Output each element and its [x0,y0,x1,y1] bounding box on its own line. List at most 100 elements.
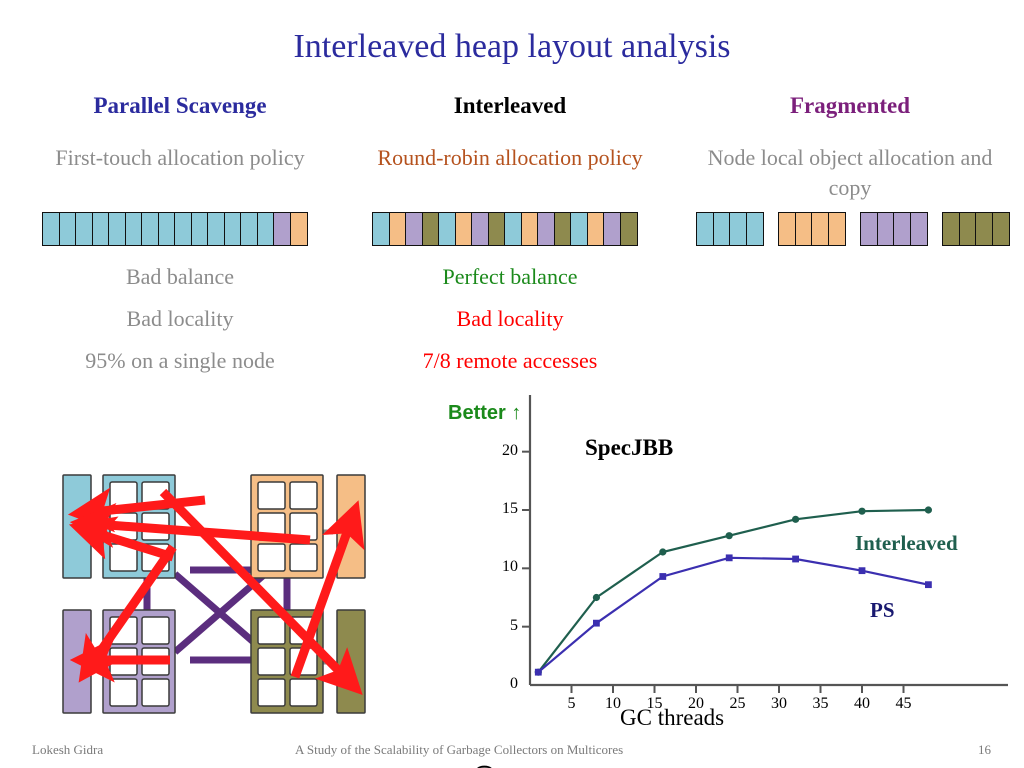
series-line-interleaved [537,508,929,673]
column-subtitle-parallel-scavenge: First-touch allocation policy [55,145,305,170]
chart-axes [522,395,1008,693]
bullet-ps-1: Bad balance [125,264,235,289]
heap-cell-orange [454,212,473,246]
data-point-ps [792,555,799,563]
data-point-interleaved [924,506,932,514]
heap-cell-olive [958,212,977,246]
heap-cell-blue [223,212,242,246]
heap-cell-orange [520,212,539,246]
heap-cell-purple [405,212,423,246]
data-point-interleaved [659,548,667,556]
y-tick-label: 20 [502,441,518,459]
heap-cell-blue [696,212,714,246]
x-tick-label: 15 [646,695,663,712]
slide-root: Interleaved heap layout analysis Paralle… [0,0,1024,768]
heap-cell-blue [438,212,456,246]
y-tick-label: 0 [510,675,518,692]
heap-bar-fragmented [696,212,1010,246]
data-point-ps [659,573,667,580]
column-subtitle-fragmented: Node local object allocation and copy [707,145,993,200]
heap-cell-purple [909,212,928,246]
heap-cell-blue [75,212,93,246]
y-tick-label: 15 [502,500,518,517]
x-tick-label: 5 [567,695,576,712]
heap-cell-purple [537,212,555,246]
heap-cell-orange [811,212,829,246]
heap-cell-blue [504,212,522,246]
bullet-ps-3: 95% on a single node [85,348,275,373]
heap-cell-blue [240,212,258,246]
heap-cell-blue [190,212,209,246]
x-tick-label: 30 [771,695,787,712]
column-heading-parallel-scavenge: Parallel Scavenge [93,93,267,118]
heap-group [372,212,638,246]
data-point-interleaved [792,515,800,523]
heap-cell-blue [91,212,110,246]
heap-bar-interleaved [372,212,638,246]
heap-cell-blue [157,212,176,246]
heap-cell-blue [174,212,192,246]
column-subtitle-interleaved: Round-robin allocation policy [377,145,643,170]
data-point-interleaved [858,507,866,515]
footer-author: Lokesh Gidra [32,742,104,757]
data-point-ps [725,554,733,562]
heap-cell-purple [860,212,878,246]
footer-title: A Study of the Scalability of Garbage Co… [295,742,624,757]
series-line-ps [537,556,929,674]
x-tick-label: 35 [812,695,829,712]
heap-cell-blue [124,212,143,246]
heap-cell-olive [553,212,572,246]
heap-cell-orange [778,212,796,246]
heap-cell-blue [141,212,159,246]
heap-cell-blue [256,212,275,246]
heap-cell-orange [388,212,407,246]
specjbb-throughput-chart: GC Throughput (GB/s) [440,395,1020,768]
heap-group [42,212,308,246]
heap-cell-olive [421,212,440,246]
x-tick-label: 45 [895,695,912,712]
x-tick-label: 25 [729,695,746,712]
heap-cell-purple [893,212,911,246]
chart-series [534,506,932,676]
heap-cell-orange [794,212,813,246]
heap-cell-purple [471,212,489,246]
heap-cell-olive [942,212,960,246]
column-heading-fragmented: Fragmented [789,93,911,118]
heap-group [860,212,928,246]
heap-cell-blue [729,212,747,246]
bullet-interleaved-3: 7/8 remote accesses [422,348,598,373]
footer-page-number: 16 [978,742,991,757]
heap-cell-purple [603,212,621,246]
heap-cell-olive [619,212,638,246]
heap-cell-orange [827,212,846,246]
data-point-interleaved [725,532,733,540]
heap-cell-purple [876,212,895,246]
heap-cell-purple [273,212,291,246]
heap-cell-olive [487,212,506,246]
x-tick-label: 40 [854,695,870,712]
bullets-parallel-scavenge: Bad balance Bad locality 95% on a single… [20,256,340,382]
data-point-interleaved [592,593,600,602]
column-heading-interleaved: Interleaved [453,93,567,118]
heap-cell-blue [108,212,126,246]
slide-title: Interleaved heap layout analysis [293,28,731,65]
heap-cell-blue [42,212,60,246]
heap-cell-blue [207,212,225,246]
heap-cell-blue [745,212,764,246]
bullet-ps-2: Bad locality [126,306,234,331]
heap-cell-olive [991,212,1010,246]
numa-node-olive [250,609,366,714]
data-point-ps [534,668,542,676]
heap-cell-blue [58,212,77,246]
numa-topology-diagram [55,462,395,737]
x-tick-label: 10 [605,695,621,712]
heap-cell-blue [712,212,731,246]
heap-cell-olive [975,212,993,246]
heap-cell-blue [372,212,390,246]
heap-group [942,212,1010,246]
y-tick-label: 5 [510,616,518,634]
y-tick-label: 10 [502,558,518,576]
slide-footer: Lokesh Gidra A Study of the Scalability … [0,742,1024,764]
x-tick-label: 20 [688,695,704,712]
bullet-interleaved-2: Bad locality [456,306,564,331]
